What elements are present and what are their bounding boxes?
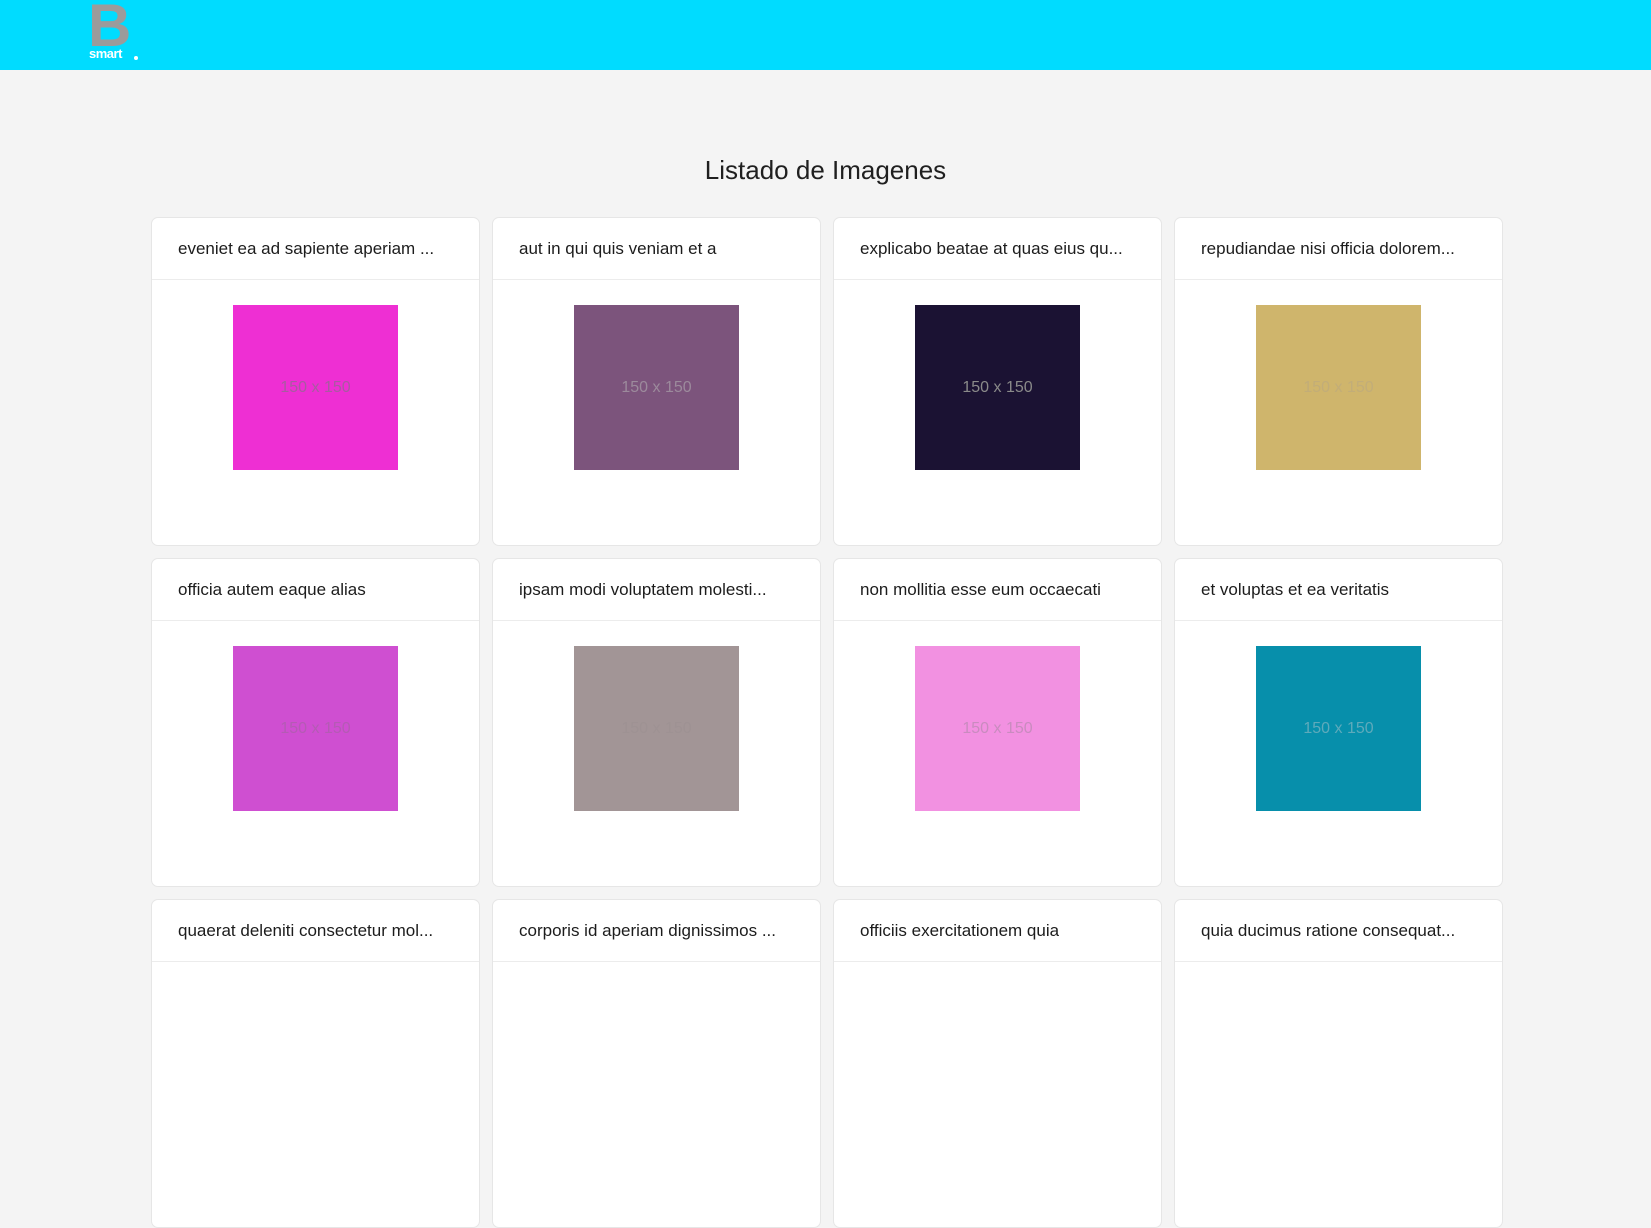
card-body: 150 x 150 (1175, 280, 1502, 545)
card-body: 150 x 150 (834, 280, 1161, 545)
image-card[interactable]: explicabo beatae at quas eius qu... 150 … (833, 217, 1162, 546)
card-body: 150 x 150 (1175, 621, 1502, 886)
thumbnail-size-label: 150 x 150 (1303, 1060, 1374, 1078)
image-thumbnail[interactable]: 150 x 150 (915, 305, 1080, 470)
card-body: 150 x 150 (1175, 962, 1502, 1227)
card-title: et voluptas et ea veritatis (1201, 579, 1390, 599)
image-card[interactable]: corporis id aperiam dignissimos ... 150 … (492, 899, 821, 1228)
card-body: 150 x 150 (834, 962, 1161, 1227)
thumbnail-size-label: 150 x 150 (280, 378, 351, 396)
image-card[interactable]: aut in qui quis veniam et a 150 x 150 (492, 217, 821, 546)
card-header: officia autem eaque alias (152, 559, 479, 621)
card-body: 150 x 150 (493, 280, 820, 545)
thumbnail-size-label: 150 x 150 (1303, 719, 1374, 737)
card-header: explicabo beatae at quas eius qu... (834, 218, 1161, 280)
image-thumbnail[interactable]: 150 x 150 (574, 987, 739, 1152)
card-header: ipsam modi voluptatem molesti... (493, 559, 820, 621)
card-title: officia autem eaque alias (178, 579, 366, 599)
card-title: quia ducimus ratione consequat... (1201, 920, 1456, 940)
card-header: quaerat deleniti consectetur mol... (152, 900, 479, 962)
card-title: ipsam modi voluptatem molesti... (519, 579, 767, 599)
card-header: eveniet ea ad sapiente aperiam ... (152, 218, 479, 280)
image-thumbnail[interactable]: 150 x 150 (233, 646, 398, 811)
image-thumbnail[interactable]: 150 x 150 (915, 987, 1080, 1152)
card-title: aut in qui quis veniam et a (519, 238, 717, 258)
page-title: Listado de Imagenes (704, 155, 947, 185)
image-thumbnail[interactable]: 150 x 150 (1256, 646, 1421, 811)
thumbnail-size-label: 150 x 150 (962, 719, 1033, 737)
image-thumbnail[interactable]: 150 x 150 (1256, 305, 1421, 470)
thumbnail-size-label: 150 x 150 (962, 378, 1033, 396)
image-card[interactable]: ipsam modi voluptatem molesti... 150 x 1… (492, 558, 821, 887)
card-body: 150 x 150 (152, 962, 479, 1227)
card-body: 150 x 150 (493, 621, 820, 886)
image-card[interactable]: quaerat deleniti consectetur mol... 150 … (151, 899, 480, 1228)
image-card[interactable]: eveniet ea ad sapiente aperiam ... 150 x… (151, 217, 480, 546)
card-header: quia ducimus ratione consequat... (1175, 900, 1502, 962)
top-navbar: B smart (0, 0, 1651, 70)
image-card[interactable]: quia ducimus ratione consequat... 150 x … (1174, 899, 1503, 1228)
image-thumbnail[interactable]: 150 x 150 (915, 646, 1080, 811)
image-card[interactable]: non mollitia esse eum occaecati 150 x 15… (833, 558, 1162, 887)
image-card[interactable]: et voluptas et ea veritatis 150 x 150 (1174, 558, 1503, 887)
image-thumbnail[interactable]: 150 x 150 (233, 305, 398, 470)
brand-logo[interactable]: B smart (88, 0, 140, 62)
image-card[interactable]: officiis exercitationem quia 150 x 150 (833, 899, 1162, 1228)
card-body: 150 x 150 (834, 621, 1161, 886)
card-header: non mollitia esse eum occaecati (834, 559, 1161, 621)
card-title: explicabo beatae at quas eius qu... (860, 238, 1123, 258)
card-title: officiis exercitationem quia (860, 920, 1060, 940)
image-card[interactable]: officia autem eaque alias 150 x 150 (151, 558, 480, 887)
image-thumbnail[interactable]: 150 x 150 (233, 987, 398, 1152)
image-thumbnail[interactable]: 150 x 150 (1256, 987, 1421, 1152)
thumbnail-size-label: 150 x 150 (280, 719, 351, 737)
image-card[interactable]: repudiandae nisi officia dolorem... 150 … (1174, 217, 1503, 546)
logo-subtext: smart (89, 46, 122, 61)
card-title: non mollitia esse eum occaecati (860, 579, 1101, 599)
card-header: aut in qui quis veniam et a (493, 218, 820, 280)
card-body: 150 x 150 (152, 280, 479, 545)
card-header: et voluptas et ea veritatis (1175, 559, 1502, 621)
card-title: repudiandae nisi officia dolorem... (1201, 238, 1455, 258)
card-header: repudiandae nisi officia dolorem... (1175, 218, 1502, 280)
image-card-grid: eveniet ea ad sapiente aperiam ... 150 x… (151, 217, 1503, 1228)
card-body: 150 x 150 (493, 962, 820, 1227)
thumbnail-size-label: 150 x 150 (280, 1060, 351, 1078)
thumbnail-size-label: 150 x 150 (621, 378, 692, 396)
card-header: officiis exercitationem quia (834, 900, 1161, 962)
card-header: corporis id aperiam dignissimos ... (493, 900, 820, 962)
card-title: corporis id aperiam dignissimos ... (519, 920, 776, 940)
image-thumbnail[interactable]: 150 x 150 (574, 646, 739, 811)
thumbnail-size-label: 150 x 150 (621, 719, 692, 737)
thumbnail-size-label: 150 x 150 (1303, 378, 1374, 396)
logo-dot-icon (134, 56, 138, 60)
image-thumbnail[interactable]: 150 x 150 (574, 305, 739, 470)
card-body: 150 x 150 (152, 621, 479, 886)
card-title: quaerat deleniti consectetur mol... (178, 920, 434, 940)
thumbnail-size-label: 150 x 150 (621, 1060, 692, 1078)
thumbnail-size-label: 150 x 150 (962, 1060, 1033, 1078)
card-title: eveniet ea ad sapiente aperiam ... (178, 238, 435, 258)
